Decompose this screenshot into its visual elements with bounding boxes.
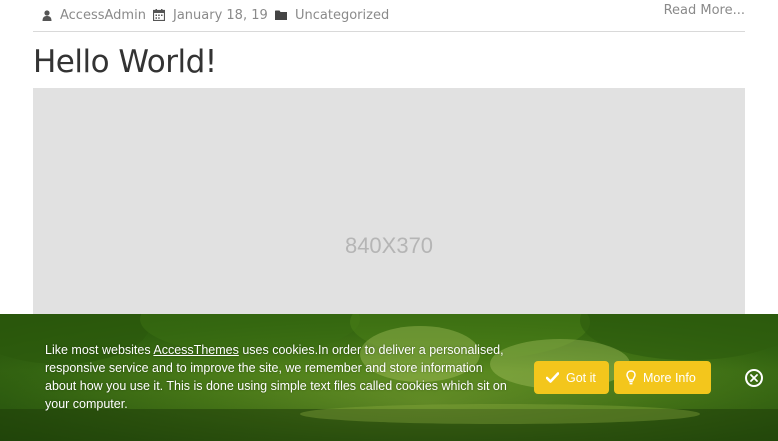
more-info-button[interactable]: More Info: [614, 361, 711, 394]
close-banner-button[interactable]: [745, 369, 763, 387]
author-name: AccessAdmin: [60, 7, 146, 23]
cookie-consent-banner: Like most websites AccessThemes uses coo…: [0, 314, 778, 441]
calendar-icon: [153, 9, 165, 21]
got-it-label: Got it: [566, 370, 596, 385]
folder-icon: [275, 10, 287, 20]
user-icon: [42, 9, 52, 21]
post-category[interactable]: Uncategorized: [275, 6, 389, 24]
cookie-text-start: Like most websites: [45, 343, 154, 357]
post-date: January 18, 19: [153, 6, 268, 24]
category-link[interactable]: Uncategorized: [295, 8, 389, 23]
more-info-label: More Info: [643, 370, 696, 385]
date-text: January 18, 19: [173, 7, 268, 23]
got-it-button[interactable]: Got it: [534, 361, 609, 394]
close-icon: [750, 374, 758, 382]
lightbulb-icon: [626, 370, 636, 385]
read-more-link[interactable]: Read More...: [664, 3, 745, 18]
cookie-message: Like most websites AccessThemes uses coo…: [45, 341, 515, 413]
check-icon: [546, 372, 559, 383]
post-author[interactable]: AccessAdmin: [42, 6, 146, 24]
image-size-label: 840X370: [344, 233, 434, 258]
post-meta-bar: AccessAdmin January 18, 19 Uncategorized…: [33, 0, 745, 32]
post-title[interactable]: Hello World!: [33, 44, 217, 80]
accessthemes-link[interactable]: AccessThemes: [153, 343, 238, 357]
